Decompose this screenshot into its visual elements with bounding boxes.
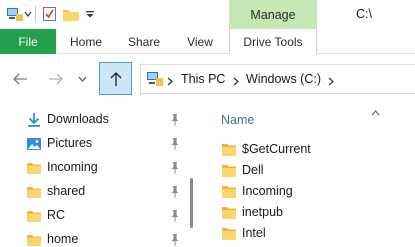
pin-icon[interactable] [168,233,182,247]
pictures-icon [26,136,42,152]
customize-toolbar-icon[interactable] [84,5,96,23]
folder-icon [26,160,42,176]
tab-share[interactable]: Share [118,29,170,54]
new-folder-icon[interactable] [61,5,80,23]
arrow-left-icon [13,73,27,85]
sidebar-item-rc[interactable]: RC [18,204,183,228]
chevron-down-icon [78,76,86,82]
file-name: inetpub [242,205,284,219]
sidebar-item-label: RC [47,208,66,222]
download-icon [26,112,42,128]
sidebar-item-downloads[interactable]: Downloads [18,108,183,132]
breadcrumb-chevron-icon[interactable] [167,75,173,89]
separator [35,6,36,22]
pin-icon[interactable] [168,137,182,151]
breadcrumb-chevron-icon[interactable] [328,75,334,89]
breadcrumb-windows-c[interactable]: Windows (C:) [246,65,321,93]
tab-home[interactable]: Home [60,29,112,54]
pin-icon[interactable] [168,161,182,175]
tab-file[interactable]: File [0,29,56,54]
file-name: Incoming [242,184,293,198]
folder-icon [26,232,42,247]
arrow-right-icon [49,73,63,85]
file-name: $GetCurrent [242,142,311,156]
sidebar-item-home[interactable]: home [18,228,183,247]
this-pc-icon [146,71,164,87]
list-item[interactable]: Dell [210,160,415,182]
column-header-name[interactable]: Name [221,113,254,127]
window-title: C:\ [356,7,372,21]
folder-icon [221,206,237,220]
recent-locations-button[interactable] [76,73,88,85]
address-bar[interactable]: This PC Windows (C:) [140,64,415,94]
sidebar-item-label: Downloads [47,112,109,126]
sidebar-item-label: Incoming [47,160,98,174]
folder-icon [26,208,42,224]
sidebar-item-pictures[interactable]: Pictures [18,132,183,156]
file-name: Intel [242,226,266,240]
folder-icon [221,227,237,241]
folder-icon [221,164,237,178]
sidebar-scrollbar[interactable] [190,178,193,228]
quick-access-dropdown-icon[interactable] [23,5,33,23]
ribbon-tabs: File Home Share View Drive Tools [0,29,415,54]
manage-contextual-tab[interactable]: Manage [229,0,317,29]
back-button[interactable] [10,69,30,89]
navigation-bar: This PC Windows (C:) [0,55,415,103]
folder-icon [26,184,42,200]
breadcrumb-chevron-icon[interactable] [233,75,239,89]
up-button[interactable] [99,62,132,95]
forward-button[interactable] [46,69,66,89]
file-name: Dell [242,163,264,177]
app-icon[interactable] [5,5,25,23]
sidebar-item-label: Pictures [47,136,93,150]
tab-view[interactable]: View [175,29,225,54]
pin-icon[interactable] [168,113,182,127]
pin-icon[interactable] [168,209,182,223]
pin-icon[interactable] [168,185,182,199]
folder-icon [221,143,237,157]
folder-icon [221,185,237,199]
sort-ascending-icon[interactable] [371,105,380,119]
sidebar-item-label: shared [47,184,86,198]
tab-drive-tools[interactable]: Drive Tools [229,29,317,54]
sidebar-item-label: home [47,232,79,246]
properties-icon[interactable] [41,5,57,23]
sidebar-item-incoming[interactable]: Incoming [18,156,183,180]
list-item[interactable]: Intel [210,223,415,245]
list-item[interactable]: Incoming [210,181,415,203]
arrow-up-icon [110,71,121,86]
title-bar: Manage C:\ [0,0,415,29]
breadcrumb-this-pc[interactable]: This PC [181,65,225,93]
list-item[interactable]: $GetCurrent [210,139,415,161]
sidebar-item-shared[interactable]: shared [18,180,183,204]
list-item[interactable]: inetpub [210,202,415,224]
